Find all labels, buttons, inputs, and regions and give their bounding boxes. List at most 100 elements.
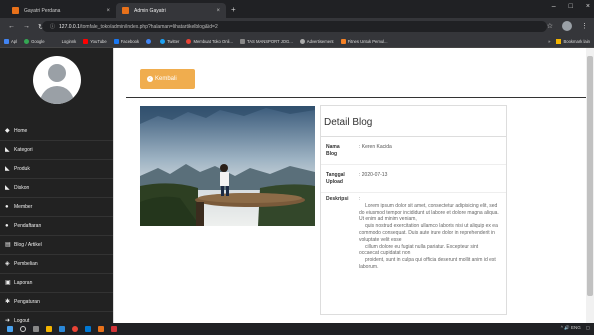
app-icon[interactable] — [111, 326, 117, 332]
bookmark-item[interactable]: YouTube — [83, 38, 107, 44]
profile-avatar[interactable] — [562, 21, 572, 31]
field-label: Nama Blog — [326, 144, 340, 157]
browser-actions: ☆ ⋮ — [547, 21, 588, 31]
page-icon — [239, 38, 245, 44]
main-content: ‹ Kembali Detail Blog Nama Blog: Keren … — [113, 48, 588, 323]
admin-sidebar: ◆ Home ◣ Kategori ◣ Produk ◣ Diskon ● Member … — [0, 48, 113, 331]
bookmark-item[interactable] — [146, 38, 153, 44]
sidebar-item-member[interactable]: ● Member — [0, 198, 113, 217]
more-bookmarks-button[interactable]: » — [548, 39, 550, 44]
other-bookmarks[interactable]: Bookmark lain — [556, 39, 590, 44]
bookmarks-bar: Apl Google Loginnk YouTube Facebook Twit… — [0, 35, 594, 48]
user-avatar — [33, 56, 81, 104]
description-text: : Lorem ipsum dolor sit amet, consectetu… — [359, 196, 499, 270]
search-icon[interactable] — [20, 326, 26, 332]
sidebar-item-produk[interactable]: ◣ Produk — [0, 160, 113, 179]
user-icon: ● — [5, 223, 9, 229]
bookmark-item[interactable]: TAS MANSPORT JOG... — [239, 38, 293, 44]
print-icon: ▣ — [5, 280, 11, 286]
user-icon: ● — [5, 204, 9, 210]
settings-icon — [299, 38, 305, 44]
new-tab-button[interactable]: + — [231, 5, 236, 14]
favicon-icon — [122, 7, 129, 14]
address-bar[interactable]: ⓘ 127.0.0.1 /tomfale_toko/admin/index.ph… — [42, 21, 547, 32]
task-view-icon[interactable] — [33, 326, 39, 332]
minimize-button[interactable]: – — [552, 3, 556, 10]
sidebar-item-pengaturan[interactable]: ✱ Pengaturan — [0, 293, 113, 312]
windows-start-icon[interactable] — [7, 326, 13, 332]
sidebar-item-kategori[interactable]: ◣ Kategori — [0, 141, 113, 160]
arrow-left-circle-icon: ‹ — [147, 76, 153, 82]
system-tray: ^ 🔊 ENG ▢ — [561, 325, 590, 331]
tab-label: Gayatri Perdana — [24, 7, 61, 14]
chrome-icon[interactable] — [72, 326, 78, 332]
forward-arrow-icon[interactable]: → — [23, 23, 30, 30]
tab-close-icon[interactable]: × — [106, 8, 110, 14]
sidebar-item-diskon[interactable]: ◣ Diskon — [0, 179, 113, 198]
youtube-icon — [186, 38, 192, 44]
back-button-label: Kembali — [155, 76, 177, 82]
favicon-icon — [12, 7, 19, 14]
file-explorer-icon[interactable] — [46, 326, 52, 332]
info-icon: ⓘ — [50, 24, 56, 30]
bookmark-item[interactable]: Twitter — [160, 38, 179, 44]
card-title: Detail Blog — [324, 117, 373, 128]
sidebar-item-pendaftaran[interactable]: ● Pendaftaran — [0, 217, 113, 236]
page-scrollbar[interactable] — [586, 48, 594, 323]
blog-image — [140, 106, 315, 226]
globe-icon — [146, 38, 152, 44]
sidebar-item-laporan[interactable]: ▣ Laporan — [0, 274, 113, 293]
app-icon[interactable] — [98, 326, 104, 332]
bookmark-item[interactable]: Facebook — [113, 38, 139, 44]
tab-close-icon[interactable]: × — [216, 8, 220, 14]
sidebar-item-blog[interactable]: ▤ Blog / Artikel — [0, 236, 113, 255]
bookmarks-right: » Bookmark lain — [548, 35, 590, 48]
tab-admin-gayatri[interactable]: Admin Gayatri × — [116, 3, 226, 18]
tab-label: Admin Gayatri — [134, 7, 166, 14]
field-row-deskripsi: Deskripsi : Lorem ipsum dolor sit amet, … — [321, 193, 506, 315]
newspaper-icon: ▤ — [5, 242, 11, 248]
bookmark-item[interactable]: Advertisement — [299, 38, 334, 44]
menu-dots-icon[interactable]: ⋮ — [581, 22, 588, 30]
url-host: 127.0.0.1 — [59, 23, 80, 30]
sidebar-menu: ◆ Home ◣ Kategori ◣ Produk ◣ Diskon ● Member … — [0, 122, 113, 331]
gear-icon: ✱ — [5, 299, 11, 305]
field-row-nama-blog: Nama Blog : Keren Kacida — [321, 137, 506, 165]
facebook-icon — [113, 38, 119, 44]
tab-gayatri-perdana[interactable]: Gayatri Perdana × — [6, 3, 116, 18]
shield-icon: ◈ — [5, 261, 10, 267]
tag-icon: ◣ — [5, 147, 10, 153]
detail-blog-card: Detail Blog Nama Blog : Keren Kacida Tan… — [320, 105, 507, 315]
notification-icon[interactable]: ▢ — [586, 325, 590, 331]
browser-tab-bar: Gayatri Perdana × Admin Gayatri × + – □ … — [0, 0, 594, 18]
bookmark-item[interactable]: Membuat Toko Onli... — [186, 38, 233, 44]
bookmark-item[interactable]: Loginnk — [62, 39, 77, 44]
store-icon[interactable] — [59, 326, 65, 332]
back-button[interactable]: ‹ Kembali — [140, 69, 195, 89]
google-icon — [24, 38, 30, 44]
sidebar-item-home[interactable]: ◆ Home — [0, 122, 113, 141]
sidebar-item-pembelian[interactable]: ◈ Pembelian — [0, 255, 113, 274]
windows-taskbar — [0, 323, 594, 335]
bookmark-icon — [4, 38, 9, 44]
close-window-button[interactable]: × — [586, 3, 590, 10]
field-value: : Keren Kacida — [359, 144, 392, 150]
back-arrow-icon[interactable]: ← — [8, 23, 15, 30]
field-row-tanggal-upload: Tanggal Upload : 2020-07-13 — [321, 165, 506, 193]
field-value: : 2020-07-13 — [359, 172, 388, 178]
youtube-icon — [83, 38, 89, 44]
bookmark-item[interactable]: Apl — [4, 38, 17, 44]
window-controls: – □ × — [552, 3, 590, 10]
url-path: /tomfale_toko/admin/index.php?halaman=li… — [79, 23, 218, 30]
divider — [126, 97, 588, 98]
bookmark-icon — [340, 38, 346, 44]
tray-status[interactable]: ^ 🔊 ENG — [561, 325, 581, 331]
bookmark-item[interactable]: Fitnes Untuk Pemul... — [340, 38, 388, 44]
tag-icon: ◣ — [5, 185, 10, 191]
vscode-icon[interactable] — [85, 326, 91, 332]
star-icon[interactable]: ☆ — [547, 22, 553, 30]
dashboard-icon: ◆ — [5, 128, 10, 134]
maximize-button[interactable]: □ — [569, 3, 573, 10]
folder-icon — [556, 39, 562, 44]
bookmark-item[interactable]: Google — [24, 38, 45, 44]
